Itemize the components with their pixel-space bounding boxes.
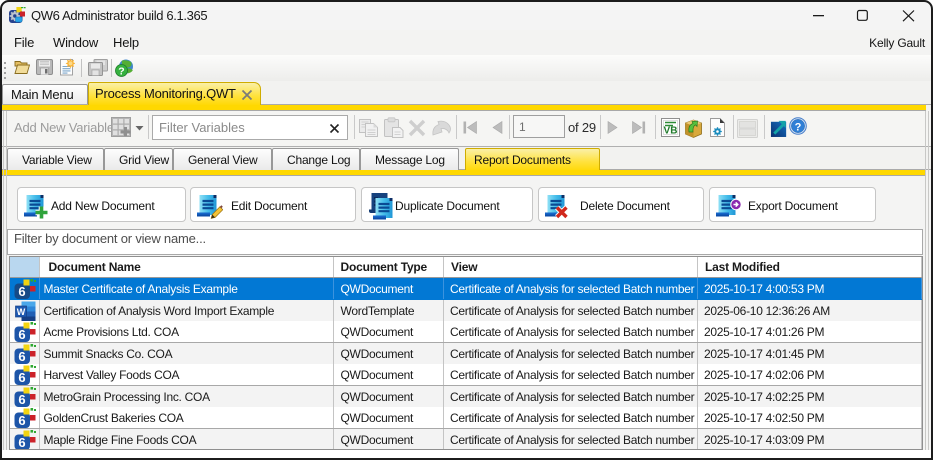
svg-text:?: ?	[118, 66, 124, 78]
svg-text:VB: VB	[664, 126, 678, 137]
svg-text:?: ?	[795, 122, 802, 134]
